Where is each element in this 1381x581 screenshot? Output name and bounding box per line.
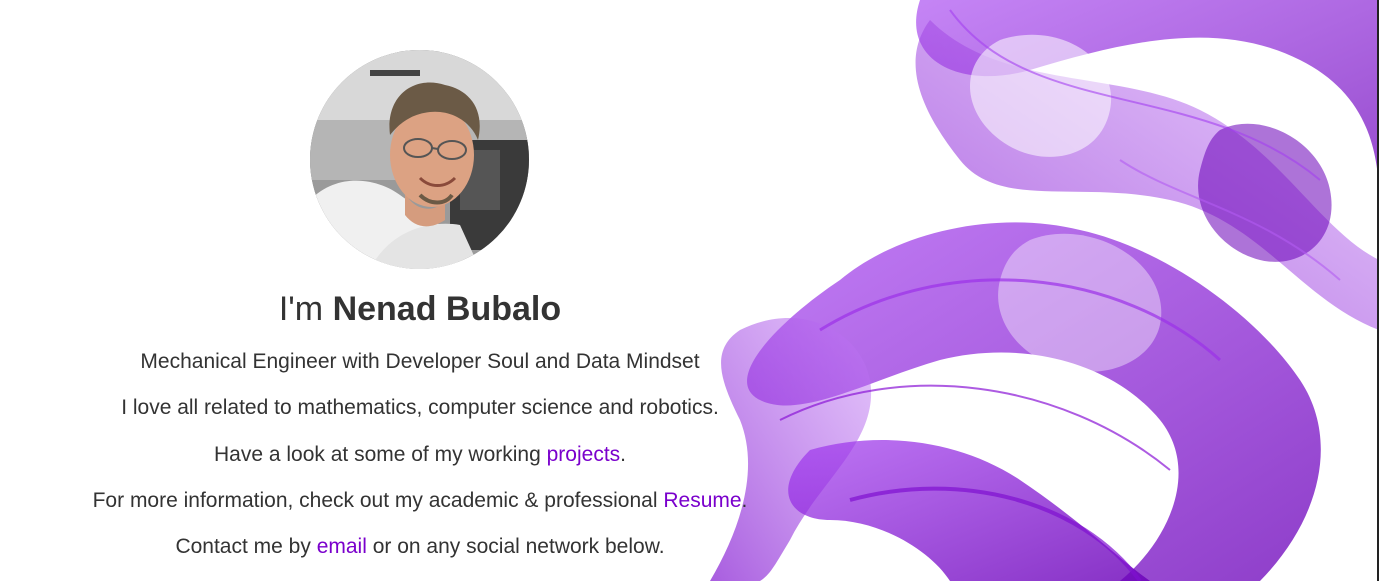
- projects-link[interactable]: projects: [547, 443, 621, 466]
- page: I'm Nenad Bubalo Mechanical Engineer wit…: [0, 0, 1381, 581]
- interests-text: I love all related to mathematics, compu…: [121, 396, 719, 419]
- right-edge-line: [1377, 0, 1379, 581]
- resume-line: For more information, check out my acade…: [0, 487, 840, 515]
- tagline-text: Mechanical Engineer with Developer Soul …: [140, 350, 700, 373]
- heading-prefix: I'm: [278, 290, 333, 328]
- resume-suffix: .: [741, 489, 748, 512]
- contact-suffix: or on any social network below.: [366, 535, 665, 558]
- resume-prefix: For more information, check out my acade…: [92, 489, 664, 512]
- email-link[interactable]: email: [317, 535, 367, 558]
- profile-section: I'm Nenad Bubalo Mechanical Engineer wit…: [0, 0, 840, 581]
- page-title: I'm Nenad Bubalo: [0, 287, 840, 331]
- projects-line: Have a look at some of my working projec…: [0, 441, 840, 469]
- contact-line: Contact me by email or on any social net…: [0, 533, 840, 561]
- resume-link[interactable]: Resume: [663, 489, 741, 512]
- contact-prefix: Contact me by: [175, 535, 317, 558]
- tagline: Mechanical Engineer with Developer Soul …: [0, 348, 840, 376]
- projects-suffix: .: [620, 443, 626, 466]
- interests-line: I love all related to mathematics, compu…: [0, 394, 840, 422]
- profile-name: Nenad Bubalo: [332, 290, 562, 328]
- projects-prefix: Have a look at some of my working: [213, 443, 547, 466]
- profile-photo: [310, 50, 529, 269]
- avatar-photo-icon: [310, 50, 529, 269]
